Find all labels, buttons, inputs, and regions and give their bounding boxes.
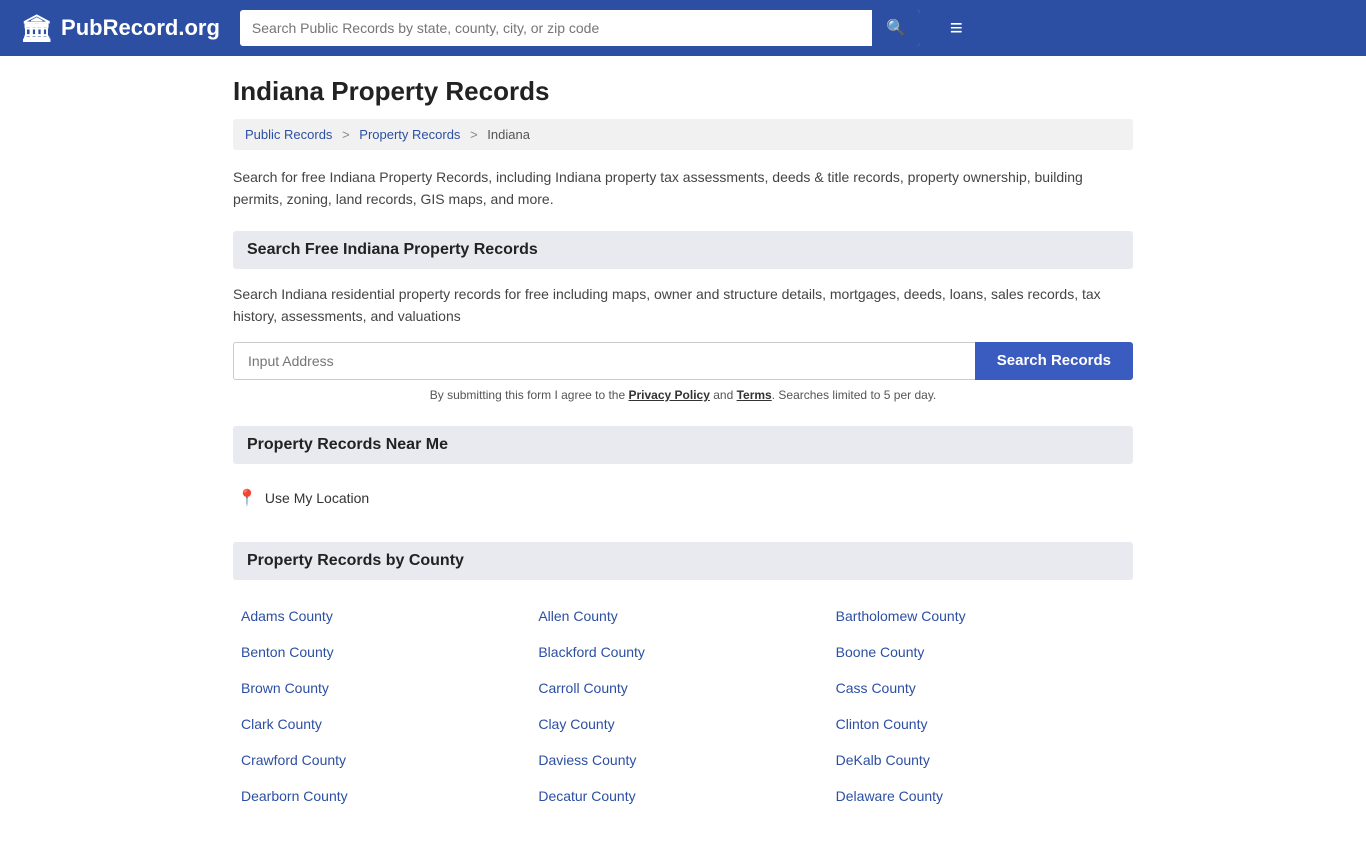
header-search-button[interactable]: 🔍 bbox=[872, 10, 920, 46]
logo-icon: 🏛 bbox=[20, 13, 53, 44]
county-link[interactable]: Delaware County bbox=[832, 780, 1129, 812]
county-link[interactable]: Daviess County bbox=[534, 744, 831, 776]
search-description: Search Indiana residential property reco… bbox=[233, 283, 1133, 328]
county-grid: Adams CountyAllen CountyBartholomew Coun… bbox=[233, 594, 1133, 818]
county-link[interactable]: Brown County bbox=[237, 672, 534, 704]
disclaimer-text: By submitting this form I agree to the bbox=[430, 388, 629, 402]
breadcrumb-separator-2: > bbox=[470, 127, 478, 142]
county-link[interactable]: Clinton County bbox=[832, 708, 1129, 740]
county-section: Property Records by County Adams CountyA… bbox=[233, 542, 1133, 818]
address-input[interactable] bbox=[233, 342, 975, 380]
county-link[interactable]: Dearborn County bbox=[237, 780, 534, 812]
county-section-heading: Property Records by County bbox=[233, 542, 1133, 580]
page-description: Search for free Indiana Property Records… bbox=[233, 166, 1133, 211]
county-link[interactable]: Boone County bbox=[832, 636, 1129, 668]
county-link[interactable]: Allen County bbox=[534, 600, 831, 632]
county-link[interactable]: Benton County bbox=[237, 636, 534, 668]
breadcrumb-public-records[interactable]: Public Records bbox=[245, 127, 332, 142]
county-link[interactable]: Carroll County bbox=[534, 672, 831, 704]
breadcrumb-property-records[interactable]: Property Records bbox=[359, 127, 460, 142]
use-location-label: Use My Location bbox=[265, 490, 369, 506]
county-link[interactable]: Clark County bbox=[237, 708, 534, 740]
and-text: and bbox=[710, 388, 737, 402]
near-me-heading: Property Records Near Me bbox=[233, 426, 1133, 464]
privacy-policy-link[interactable]: Privacy Policy bbox=[629, 388, 710, 402]
page-title: Indiana Property Records bbox=[233, 76, 1133, 107]
hamburger-menu-button[interactable]: ≡ bbox=[950, 15, 963, 41]
county-link[interactable]: Clay County bbox=[534, 708, 831, 740]
use-my-location-button[interactable]: 📍 Use My Location bbox=[233, 478, 1133, 518]
county-link[interactable]: Decatur County bbox=[534, 780, 831, 812]
search-section-heading: Search Free Indiana Property Records bbox=[233, 231, 1133, 269]
breadcrumb: Public Records > Property Records > Indi… bbox=[233, 119, 1133, 150]
breadcrumb-current: Indiana bbox=[487, 127, 530, 142]
county-link[interactable]: Adams County bbox=[237, 600, 534, 632]
search-icon: 🔍 bbox=[886, 20, 906, 37]
near-me-section: Property Records Near Me 📍 Use My Locati… bbox=[233, 426, 1133, 518]
county-link[interactable]: Cass County bbox=[832, 672, 1129, 704]
search-records-button[interactable]: Search Records bbox=[975, 342, 1133, 380]
header-search-bar: 🔍 bbox=[240, 10, 920, 46]
county-link[interactable]: Crawford County bbox=[237, 744, 534, 776]
breadcrumb-separator-1: > bbox=[342, 127, 350, 142]
site-logo[interactable]: 🏛 PubRecord.org bbox=[20, 13, 220, 44]
search-section: Search Free Indiana Property Records Sea… bbox=[233, 231, 1133, 402]
county-link[interactable]: DeKalb County bbox=[832, 744, 1129, 776]
header-search-input[interactable] bbox=[240, 12, 872, 44]
county-link[interactable]: Bartholomew County bbox=[832, 600, 1129, 632]
form-disclaimer: By submitting this form I agree to the P… bbox=[233, 388, 1133, 402]
address-search-form: Search Records bbox=[233, 342, 1133, 380]
county-link[interactable]: Blackford County bbox=[534, 636, 831, 668]
logo-text: PubRecord.org bbox=[61, 15, 220, 41]
location-pin-icon: 📍 bbox=[237, 488, 257, 508]
limit-text: . Searches limited to 5 per day. bbox=[772, 388, 937, 402]
terms-link[interactable]: Terms bbox=[737, 388, 772, 402]
